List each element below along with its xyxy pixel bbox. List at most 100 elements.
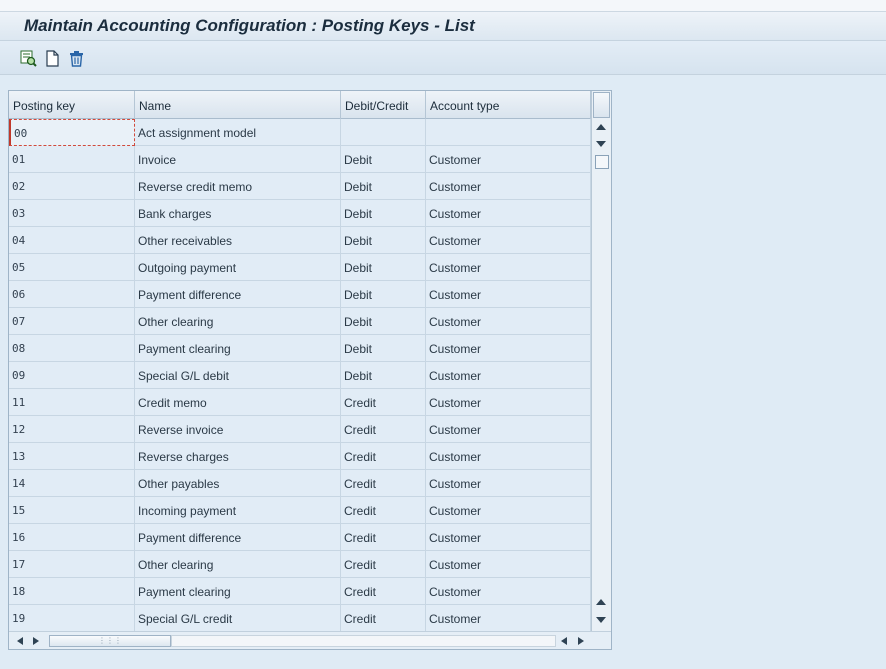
name-cell[interactable]: Reverse charges	[135, 443, 341, 470]
table-row[interactable]: 18 Payment clearing Credit Customer	[9, 578, 591, 605]
name-cell[interactable]: Outgoing payment	[135, 254, 341, 281]
account-type-cell[interactable]: Customer	[426, 497, 591, 524]
account-type-cell[interactable]: Customer	[426, 470, 591, 497]
table-row[interactable]: 05 Outgoing payment Debit Customer	[9, 254, 591, 281]
account-type-cell[interactable]: Customer	[426, 389, 591, 416]
account-type-cell[interactable]: Customer	[426, 335, 591, 362]
name-cell[interactable]: Other receivables	[135, 227, 341, 254]
posting-key-cell[interactable]: 09	[9, 362, 135, 389]
scroll-far-left-icon[interactable]	[561, 637, 567, 645]
debit-credit-cell[interactable]: Credit	[341, 551, 426, 578]
name-cell[interactable]: Act assignment model	[135, 119, 341, 146]
name-cell[interactable]: Special G/L credit	[135, 605, 341, 632]
details-button[interactable]	[18, 48, 38, 68]
name-cell[interactable]: Bank charges	[135, 200, 341, 227]
debit-credit-cell[interactable]: Credit	[341, 416, 426, 443]
table-row[interactable]: 01 Invoice Debit Customer	[9, 146, 591, 173]
posting-key-cell[interactable]: 13	[9, 443, 135, 470]
delete-button[interactable]	[66, 48, 86, 68]
debit-credit-cell[interactable]: Credit	[341, 470, 426, 497]
table-row[interactable]: 12 Reverse invoice Credit Customer	[9, 416, 591, 443]
name-cell[interactable]: Payment clearing	[135, 578, 341, 605]
debit-credit-cell[interactable]: Credit	[341, 578, 426, 605]
scroll-left-icon[interactable]	[17, 637, 23, 645]
table-row[interactable]: 09 Special G/L debit Debit Customer	[9, 362, 591, 389]
horizontal-scroll-thumb[interactable]: ⋮⋮⋮	[49, 635, 171, 647]
column-header-debit-credit[interactable]: Debit/Credit	[341, 91, 426, 119]
name-cell[interactable]: Special G/L debit	[135, 362, 341, 389]
account-type-cell[interactable]: Customer	[426, 605, 591, 632]
vertical-scrollbar[interactable]	[591, 91, 611, 631]
table-row[interactable]: 15 Incoming payment Credit Customer	[9, 497, 591, 524]
posting-key-cell[interactable]: 03	[9, 200, 135, 227]
column-header-account-type[interactable]: Account type	[426, 91, 591, 119]
debit-credit-cell[interactable]: Debit	[341, 227, 426, 254]
account-type-cell[interactable]: Customer	[426, 443, 591, 470]
posting-key-cell[interactable]: 15	[9, 497, 135, 524]
posting-key-cell[interactable]: 06	[9, 281, 135, 308]
debit-credit-cell[interactable]: Credit	[341, 443, 426, 470]
scroll-far-right-icon[interactable]	[578, 637, 584, 645]
posting-key-cell[interactable]: 08	[9, 335, 135, 362]
page-up-icon[interactable]	[596, 599, 606, 605]
account-type-cell[interactable]: Customer	[426, 551, 591, 578]
scroll-up-icon[interactable]	[596, 124, 606, 130]
table-row[interactable]: 07 Other clearing Debit Customer	[9, 308, 591, 335]
table-row[interactable]: 02 Reverse credit memo Debit Customer	[9, 173, 591, 200]
account-type-cell[interactable]: Customer	[426, 200, 591, 227]
new-entry-button[interactable]	[42, 48, 62, 68]
posting-key-cell[interactable]: 19	[9, 605, 135, 632]
account-type-cell[interactable]: Customer	[426, 416, 591, 443]
debit-credit-cell[interactable]	[341, 119, 426, 146]
name-cell[interactable]: Invoice	[135, 146, 341, 173]
posting-key-cell[interactable]: 00	[9, 119, 135, 146]
name-cell[interactable]: Payment difference	[135, 281, 341, 308]
table-row[interactable]: 03 Bank charges Debit Customer	[9, 200, 591, 227]
debit-credit-cell[interactable]: Debit	[341, 308, 426, 335]
posting-key-cell[interactable]: 17	[9, 551, 135, 578]
posting-key-cell[interactable]: 05	[9, 254, 135, 281]
table-row[interactable]: 06 Payment difference Debit Customer	[9, 281, 591, 308]
debit-credit-cell[interactable]: Credit	[341, 389, 426, 416]
posting-key-cell[interactable]: 11	[9, 389, 135, 416]
name-cell[interactable]: Incoming payment	[135, 497, 341, 524]
vertical-scroll-thumb[interactable]	[595, 155, 609, 169]
table-row[interactable]: 11 Credit memo Credit Customer	[9, 389, 591, 416]
account-type-cell[interactable]: Customer	[426, 227, 591, 254]
debit-credit-cell[interactable]: Debit	[341, 146, 426, 173]
table-row[interactable]: 08 Payment clearing Debit Customer	[9, 335, 591, 362]
posting-key-cell[interactable]: 12	[9, 416, 135, 443]
debit-credit-cell[interactable]: Debit	[341, 200, 426, 227]
column-header-name[interactable]: Name	[135, 91, 341, 119]
name-cell[interactable]: Other clearing	[135, 308, 341, 335]
posting-key-cell[interactable]: 07	[9, 308, 135, 335]
name-cell[interactable]: Other payables	[135, 470, 341, 497]
horizontal-scrollbar[interactable]: ⋮⋮⋮	[9, 631, 611, 649]
table-row[interactable]: 13 Reverse charges Credit Customer	[9, 443, 591, 470]
account-type-cell[interactable]: Customer	[426, 308, 591, 335]
posting-key-cell[interactable]: 14	[9, 470, 135, 497]
posting-key-cell[interactable]: 04	[9, 227, 135, 254]
debit-credit-cell[interactable]: Debit	[341, 335, 426, 362]
name-cell[interactable]: Credit memo	[135, 389, 341, 416]
table-row[interactable]: 19 Special G/L credit Credit Customer	[9, 605, 591, 632]
debit-credit-cell[interactable]: Credit	[341, 497, 426, 524]
account-type-cell[interactable]	[426, 119, 591, 146]
account-type-cell[interactable]: Customer	[426, 254, 591, 281]
debit-credit-cell[interactable]: Debit	[341, 173, 426, 200]
account-type-cell[interactable]: Customer	[426, 362, 591, 389]
column-settings-button[interactable]	[593, 92, 610, 118]
debit-credit-cell[interactable]: Credit	[341, 605, 426, 632]
debit-credit-cell[interactable]: Debit	[341, 281, 426, 308]
debit-credit-cell[interactable]: Credit	[341, 524, 426, 551]
account-type-cell[interactable]: Customer	[426, 173, 591, 200]
table-row[interactable]: 04 Other receivables Debit Customer	[9, 227, 591, 254]
account-type-cell[interactable]: Customer	[426, 146, 591, 173]
table-row[interactable]: 17 Other clearing Credit Customer	[9, 551, 591, 578]
table-row[interactable]: 00 Act assignment model	[9, 119, 591, 146]
table-row[interactable]: 14 Other payables Credit Customer	[9, 470, 591, 497]
horizontal-scroll-track[interactable]	[171, 635, 556, 647]
name-cell[interactable]: Reverse invoice	[135, 416, 341, 443]
account-type-cell[interactable]: Customer	[426, 281, 591, 308]
debit-credit-cell[interactable]: Debit	[341, 254, 426, 281]
